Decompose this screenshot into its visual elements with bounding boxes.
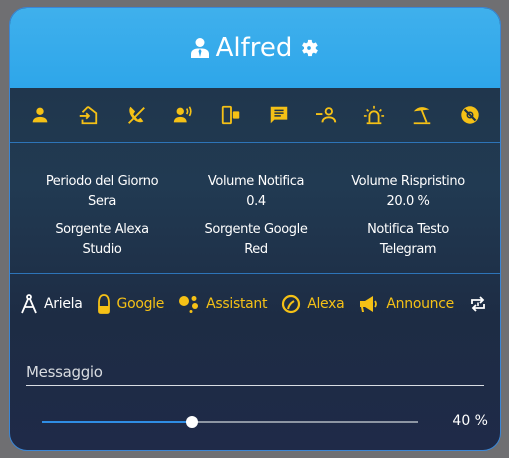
volume-notifica-label: Volume Notifica [207, 174, 305, 189]
card-title: Alfred [215, 33, 293, 63]
sorgente-alexa-cell: Sorgente Alexa Studio [22, 220, 182, 260]
compass-icon [21, 294, 37, 314]
status-info-grid: Periodo del Giorno Sera Volume Notifica … [10, 144, 500, 274]
alfred-card: Alfred Periodo del Giorno Sera Volume No… [9, 7, 501, 451]
sorgente-alexa-value: Studio [82, 242, 122, 257]
person-minus-icon[interactable] [315, 103, 339, 127]
service-selector: Ariela Google Assistant Alexa Announce [10, 280, 500, 328]
sorgente-google-label: Sorgente Google [204, 222, 308, 237]
service-alexa[interactable]: Alexa [281, 294, 345, 314]
periodo-cell: Periodo del Giorno Sera [22, 172, 182, 212]
gear-icon[interactable] [298, 37, 320, 59]
notifica-testo-label: Notifica Testo [367, 222, 449, 237]
phone-off-icon[interactable] [124, 103, 148, 127]
service-alexa-label: Alexa [307, 296, 345, 312]
remote-devices-icon[interactable] [219, 103, 243, 127]
service-google-label: Google [116, 296, 165, 312]
home-enter-icon[interactable] [76, 103, 100, 127]
service-ariela-label: Ariela [44, 296, 83, 312]
volume-notifica-value: 0.4 [246, 194, 266, 209]
volume-notifica-cell: Volume Notifica 0.4 [176, 172, 336, 212]
voice-broadcast-icon[interactable] [171, 103, 195, 127]
volume-ripristino-cell: Volume Rispristino 20.0 % [328, 172, 488, 212]
sorgente-google-value: Red [244, 242, 268, 257]
message-text-icon[interactable] [267, 103, 291, 127]
sorgente-google-cell: Sorgente Google Red [176, 220, 336, 260]
notifica-testo-value: Telegram [379, 242, 437, 257]
alexa-icon [282, 294, 301, 314]
slider-thumb[interactable] [186, 416, 199, 428]
service-ariela[interactable]: Ariela [20, 294, 83, 314]
slider-fill [42, 421, 193, 423]
volume-ripristino-value: 20.0 % [386, 194, 430, 209]
service-announce-label: Announce [386, 296, 454, 312]
person-tie-icon [190, 37, 210, 59]
bullhorn-icon [360, 296, 378, 312]
periodo-value: Sera [88, 194, 116, 209]
google-assistant-icon [179, 296, 199, 313]
service-announce[interactable]: Announce [358, 294, 454, 314]
service-assistant[interactable]: Assistant [178, 294, 267, 314]
service-google[interactable]: Google [97, 294, 165, 314]
card-header: Alfred [10, 8, 500, 88]
sorgente-alexa-label: Sorgente Alexa [55, 222, 149, 237]
action-icon-bar [10, 88, 500, 143]
alarm-light-icon[interactable] [362, 103, 386, 127]
google-home-icon [97, 294, 110, 314]
message-input[interactable] [26, 358, 484, 385]
no-icon[interactable] [458, 103, 482, 127]
slider-value: 40 % [452, 413, 488, 429]
message-field[interactable] [26, 358, 484, 386]
volume-ripristino-label: Volume Rispristino [351, 174, 465, 189]
notifica-testo-cell: Notifica Testo Telegram [328, 220, 488, 260]
repeat-icon [471, 296, 485, 312]
service-assistant-label: Assistant [206, 296, 268, 312]
volume-slider[interactable] [42, 412, 418, 432]
repeat-button[interactable] [468, 294, 494, 314]
beach-icon[interactable] [410, 103, 434, 127]
person-icon[interactable] [28, 103, 52, 127]
periodo-label: Periodo del Giorno [45, 174, 159, 189]
